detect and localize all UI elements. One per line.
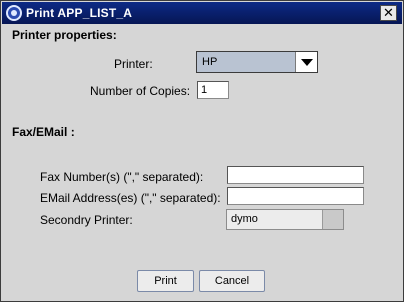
- chevron-down-icon[interactable]: [295, 52, 317, 72]
- fax-number-label: Fax Number(s) ("," separated):: [40, 170, 204, 184]
- printer-properties-heading: Printer properties:: [12, 28, 117, 42]
- close-button[interactable]: ✕: [380, 5, 397, 21]
- title-bar[interactable]: Print APP_LIST_A ✕: [2, 2, 402, 24]
- secondary-printer-value: dymo: [231, 213, 258, 225]
- printer-label: Printer:: [114, 57, 153, 71]
- print-button[interactable]: Print: [137, 270, 194, 292]
- printer-select-value: HP: [202, 56, 218, 68]
- printer-select[interactable]: HP: [196, 51, 318, 73]
- window-title: Print APP_LIST_A: [26, 6, 133, 20]
- fax-email-heading: Fax/EMail :: [12, 125, 75, 139]
- email-address-label: EMail Address(es) ("," separated):: [40, 191, 221, 205]
- close-icon: ✕: [383, 5, 394, 20]
- cancel-button[interactable]: Cancel: [199, 270, 265, 292]
- copies-input[interactable]: [197, 81, 229, 99]
- secondary-printer-label: Secondry Printer:: [40, 213, 133, 227]
- email-address-field[interactable]: [227, 187, 364, 205]
- fax-number-field[interactable]: [227, 166, 364, 184]
- copies-label: Number of Copies:: [90, 84, 191, 98]
- chevron-down-icon[interactable]: [322, 210, 343, 229]
- print-dialog: Print APP_LIST_A ✕ Printer properties: P…: [0, 0, 404, 302]
- app-logo-icon: [6, 5, 22, 21]
- secondary-printer-select[interactable]: dymo: [226, 209, 344, 230]
